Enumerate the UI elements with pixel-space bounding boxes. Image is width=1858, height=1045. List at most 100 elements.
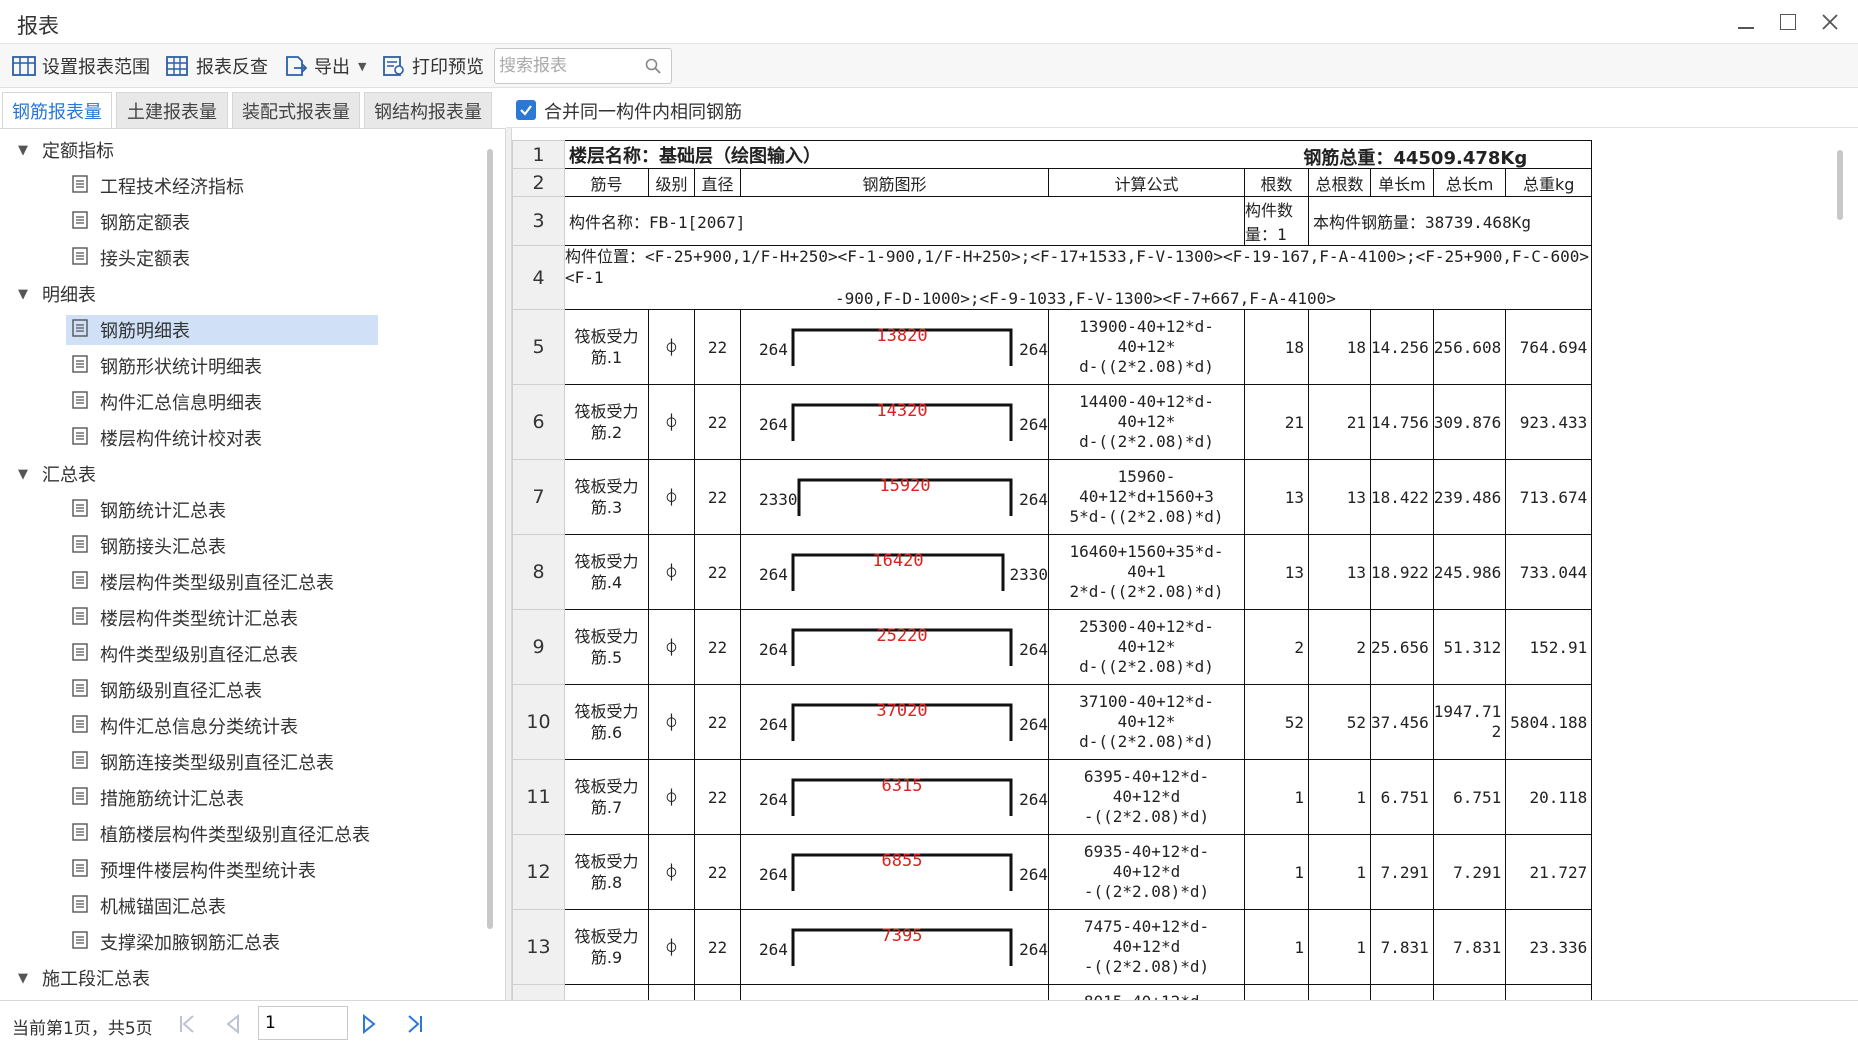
rebar-grade: ⌽	[648, 459, 695, 535]
document-icon	[72, 246, 88, 270]
rebar-name-cell: 筏板受力 筋.5	[564, 609, 649, 685]
chevron-down-icon[interactable]: ▼	[18, 467, 32, 482]
tree-scrollbar[interactable]	[487, 149, 493, 929]
tab-rebar-report[interactable]: 钢筋报表量	[2, 92, 112, 128]
search-input[interactable]	[499, 54, 639, 78]
minimize-button[interactable]	[1726, 4, 1766, 40]
rebar-total-weight: 24.946	[1505, 984, 1593, 1000]
rebar-diameter: 22	[694, 309, 741, 385]
rebar-name-index: 筋.5	[590, 648, 623, 667]
rebar-shape-cell: 264 37020 264	[740, 684, 1049, 760]
rebar-grade: ⌽	[648, 534, 695, 610]
tree-group[interactable]: ▼ 施工段汇总表	[18, 963, 150, 993]
rebar-diameter: 22	[694, 909, 741, 985]
formula-line-1: 8015-40+12*d-40+12*d	[1051, 992, 1242, 1000]
rebar-total-count: 18	[1308, 309, 1371, 385]
next-page-icon[interactable]	[358, 1013, 380, 1035]
rebar-unit-length: 7.291	[1370, 834, 1434, 910]
tree-group[interactable]: ▼ 定额指标	[18, 135, 114, 165]
tree-item[interactable]: 植筋楼层构件类型级别直径汇总表	[66, 819, 370, 849]
tree-item-label: 措施筋统计汇总表	[100, 789, 244, 810]
document-icon	[72, 894, 88, 918]
column-header: 钢筋图形	[740, 168, 1049, 197]
tree-item[interactable]: 支撑梁加腋钢筋汇总表	[66, 927, 280, 957]
tree-item[interactable]: 工程技术经济指标	[66, 171, 244, 201]
report-scrollbar[interactable]	[1837, 150, 1843, 220]
tree-item[interactable]: 措施筋统计汇总表	[66, 783, 244, 813]
merge-checkbox[interactable]	[516, 100, 536, 120]
prev-page-icon[interactable]	[222, 1013, 244, 1035]
maximize-icon	[1780, 14, 1796, 30]
rebar-shape-cell: 264 7395 264	[740, 909, 1049, 985]
tree-item-label: 构件汇总信息明细表	[100, 393, 262, 414]
rebar-total-count: 1	[1308, 909, 1371, 985]
chevron-down-icon[interactable]: ▼	[18, 971, 32, 986]
last-page-icon[interactable]	[404, 1013, 426, 1035]
close-button[interactable]	[1810, 4, 1850, 40]
tree-item[interactable]: 构件汇总信息分类统计表	[66, 711, 298, 741]
tree-item[interactable]: 机械锚固汇总表	[66, 891, 226, 921]
print-preview-button[interactable]: 打印预览	[382, 51, 484, 81]
column-header: 根数	[1244, 168, 1309, 197]
rebar-unit-length: 7.831	[1370, 909, 1434, 985]
set-range-button[interactable]: 设置报表范围	[12, 51, 150, 81]
window-title: 报表	[17, 14, 59, 38]
tree-item[interactable]: 钢筋统计汇总表	[66, 495, 226, 525]
reverse-check-button[interactable]: 报表反查	[166, 51, 268, 81]
tree-item[interactable]: 构件汇总信息明细表	[66, 387, 262, 417]
chevron-down-icon[interactable]: ▼	[18, 143, 32, 158]
tree-item[interactable]: 钢筋连接类型级别直径汇总表	[66, 747, 334, 777]
page-number-input[interactable]	[258, 1006, 348, 1040]
tree-group[interactable]: ▼ 明细表	[18, 279, 96, 309]
rebar-shape: 264 6315 264	[742, 761, 1048, 834]
rebar-count: 18	[1244, 309, 1309, 385]
tree-item[interactable]: 构件类型级别直径汇总表	[66, 639, 298, 669]
tab-civil-report[interactable]: 土建报表量	[116, 92, 228, 128]
tree-item-label: 楼层构件统计校对表	[100, 429, 262, 450]
export-button[interactable]: 导出 ▼	[284, 51, 366, 81]
total-length-line-2: 2	[1491, 722, 1502, 741]
option-bar: 合并同一构件内相同钢筋	[506, 88, 1858, 128]
tree-item[interactable]: 钢筋接头汇总表	[66, 531, 226, 561]
tree-item[interactable]: 楼层构件类型统计汇总表	[66, 603, 298, 633]
first-page-icon[interactable]	[176, 1013, 198, 1035]
search-box[interactable]	[494, 48, 672, 84]
tree-item[interactable]: 预埋件楼层构件类型统计表	[66, 855, 316, 885]
chevron-down-icon[interactable]: ▼	[18, 287, 32, 302]
rebar-count: 52	[1244, 684, 1309, 760]
tree-item[interactable]: 接头定额表	[66, 243, 190, 273]
tree-item[interactable]: 钢筋级别直径汇总表	[66, 675, 262, 705]
tab-steel-report[interactable]: 钢结构报表量	[364, 92, 492, 128]
tree-item[interactable]: 钢筋形状统计明细表	[66, 351, 262, 381]
document-icon	[72, 498, 88, 522]
tree-item-label: 植筋楼层构件类型级别直径汇总表	[100, 825, 370, 846]
tree-item[interactable]: 钢筋明细表	[66, 315, 378, 345]
tree-group[interactable]: ▼ 汇总表	[18, 459, 96, 489]
close-icon	[1822, 14, 1838, 30]
tree-group-label: 施工段汇总表	[42, 969, 150, 990]
tree-item-label: 楼层构件类型级别直径汇总表	[100, 573, 334, 594]
tree-item[interactable]: 楼层构件统计校对表	[66, 423, 262, 453]
rebar-name: 筏板受力	[574, 477, 639, 496]
rebar-total-length: 6.751	[1432, 759, 1507, 835]
rebar-shape: 2647935264	[742, 986, 1048, 1001]
formula-line-1: 13900-40+12*d-40+12*	[1079, 317, 1214, 356]
tree-item[interactable]: 楼层构件类型级别直径汇总表	[66, 567, 334, 597]
tab-prefab-report[interactable]: 装配式报表量	[232, 92, 360, 128]
rebar-name-cell: 筏板受力 筋.7	[564, 759, 649, 835]
merge-label: 合并同一构件内相同钢筋	[544, 102, 742, 123]
row-number: 8	[512, 534, 565, 610]
maximize-button[interactable]	[1768, 4, 1808, 40]
column-header: 计算公式	[1048, 168, 1245, 197]
component-count: 构件数量：1	[1244, 196, 1309, 246]
chevron-down-icon[interactable]: ▼	[358, 60, 366, 73]
rebar-shape: 264 7395 264	[742, 911, 1048, 984]
rebar-name: 筏板受力	[574, 777, 639, 796]
tree-item-label: 接头定额表	[100, 249, 190, 270]
tree-item[interactable]: 钢筋定额表	[66, 207, 190, 237]
search-icon[interactable]	[645, 58, 661, 74]
tree-item-label: 构件汇总信息分类统计表	[100, 717, 298, 738]
rebar-shape-cell: 264 6315 264	[740, 759, 1049, 835]
rebar-right-length: 264	[1019, 865, 1048, 884]
rebar-total-weight: 21.727	[1505, 834, 1593, 910]
